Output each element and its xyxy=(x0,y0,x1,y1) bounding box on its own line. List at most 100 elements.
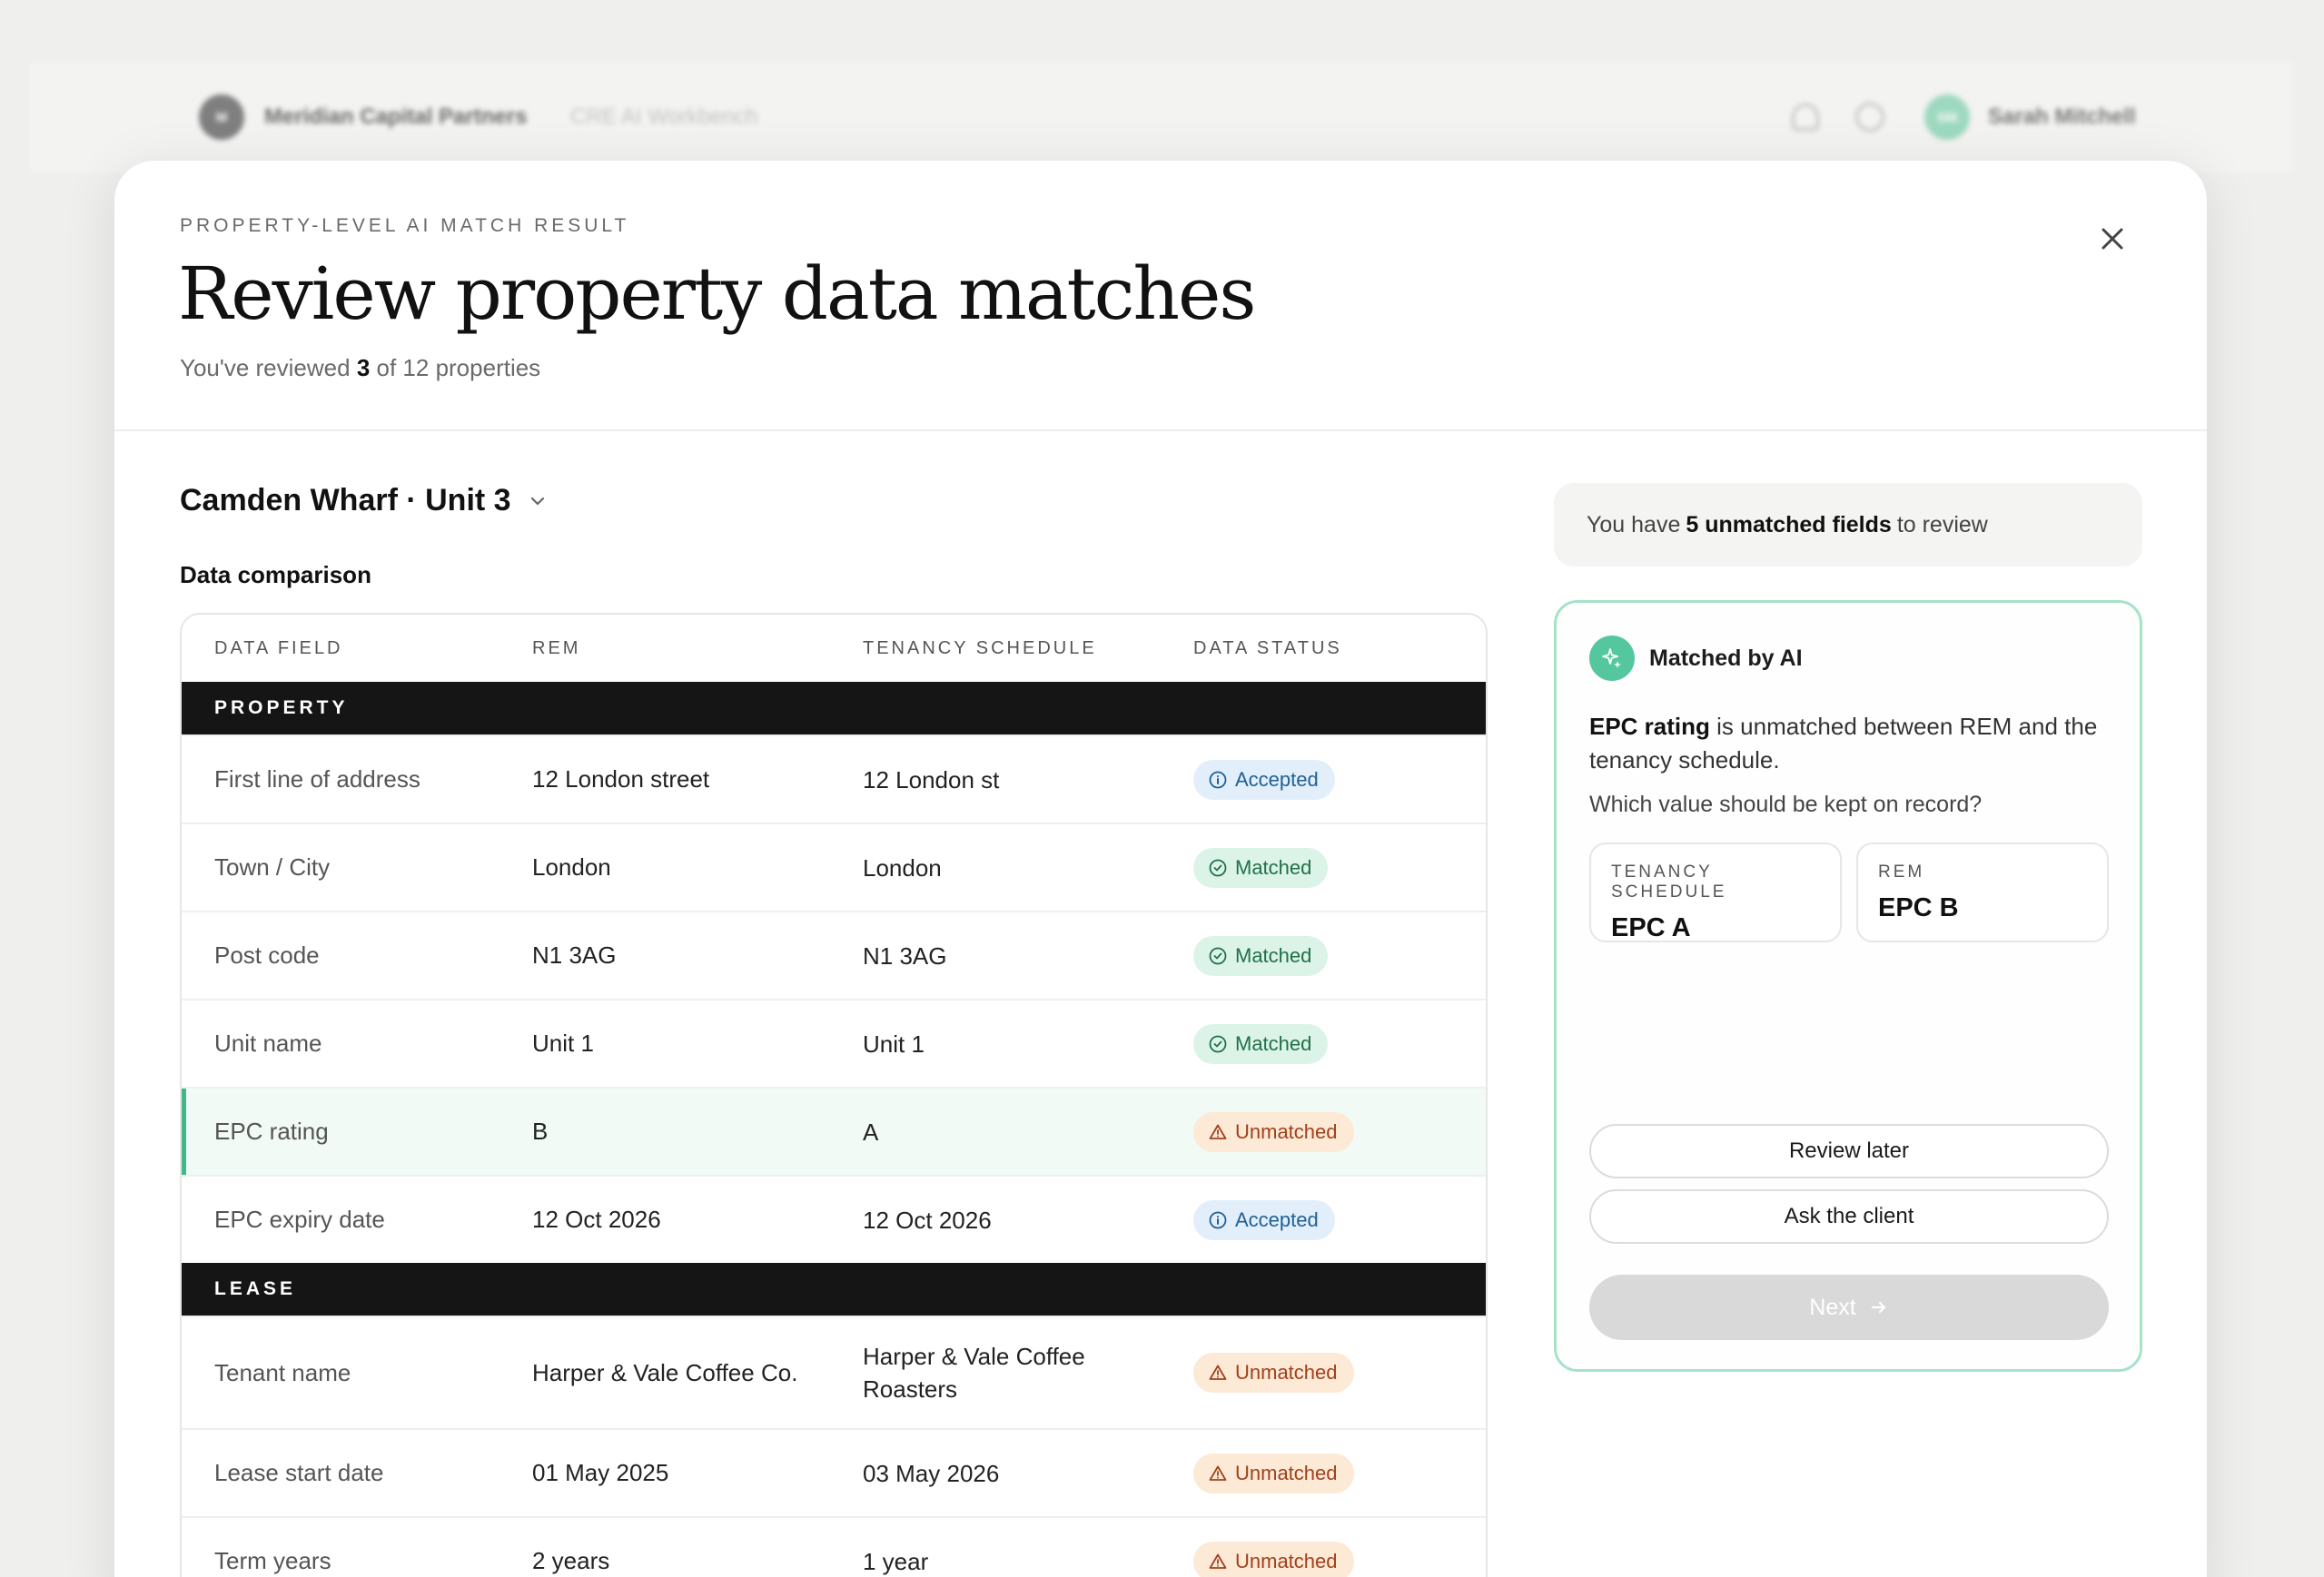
status-label: Matched xyxy=(1235,943,1312,967)
column-header: DATA FIELD xyxy=(214,637,343,658)
tenancy-value: London xyxy=(863,853,942,882)
help-icon xyxy=(1855,103,1884,132)
status-label: Accepted xyxy=(1235,767,1319,791)
table-row[interactable]: Post code N1 3AG N1 3AG Matched xyxy=(182,911,1486,999)
next-button[interactable]: Next xyxy=(1589,1275,2109,1340)
table-row-selected[interactable]: EPC rating B A Unmatched xyxy=(182,1087,1486,1175)
field-name: Town / City xyxy=(214,853,331,881)
ai-card-question: Which value should be kept on record? xyxy=(1589,792,1983,817)
tenancy-value: N1 3AG xyxy=(863,941,947,970)
next-label: Next xyxy=(1809,1294,1856,1320)
ask-client-button[interactable]: Ask the client xyxy=(1589,1189,2109,1244)
status-label: Unmatched xyxy=(1235,1119,1338,1143)
bell-icon xyxy=(1792,103,1819,131)
table-row[interactable]: First line of address 12 London street 1… xyxy=(182,734,1486,823)
ai-card-field: EPC rating xyxy=(1589,713,1710,740)
table-row[interactable]: Tenant name Harper & Vale Coffee Co. Har… xyxy=(182,1316,1486,1428)
table-row[interactable]: Town / City London London Matched xyxy=(182,823,1486,911)
sparkle-icon xyxy=(1589,636,1635,681)
tenancy-value: A xyxy=(863,1118,879,1146)
check-circle-icon xyxy=(1209,859,1227,876)
property-selector[interactable]: Camden Wharf · Unit 3 xyxy=(180,483,548,518)
table-row[interactable]: Term years 2 years 1 year Unmatched xyxy=(182,1516,1486,1577)
rem-value: Harper & Vale Coffee Co. xyxy=(532,1358,798,1386)
table-row[interactable]: EPC expiry date 12 Oct 2026 12 Oct 2026 … xyxy=(182,1175,1486,1263)
field-name: Term years xyxy=(214,1547,331,1574)
app-header: M Meridian Capital Partners CRE AI Workb… xyxy=(30,62,2292,172)
unmatched-count: 5 unmatched fields xyxy=(1686,511,1892,537)
ai-card-title: Matched by AI xyxy=(1649,645,1803,671)
ai-card-message: EPC rating is unmatched between REM and … xyxy=(1589,710,2098,777)
warning-icon xyxy=(1209,1365,1227,1380)
group-header-property: PROPERTY xyxy=(182,682,1486,734)
field-name: Unit name xyxy=(214,1030,322,1057)
field-name: First line of address xyxy=(214,765,420,793)
subtitle-suffix: of 12 properties xyxy=(376,354,541,381)
option-label: REM xyxy=(1878,862,1925,882)
subtitle-prefix: You've reviewed xyxy=(180,354,351,381)
rem-value: N1 3AG xyxy=(532,941,617,969)
warning-icon xyxy=(1209,1465,1227,1481)
field-name: Post code xyxy=(214,941,320,969)
tenancy-value: 12 Oct 2026 xyxy=(863,1206,992,1234)
arrow-right-icon xyxy=(1871,1301,1885,1314)
status-badge: Unmatched xyxy=(1193,1111,1354,1152)
column-header: REM xyxy=(532,637,581,658)
status-label: Matched xyxy=(1235,1031,1312,1055)
review-modal: PROPERTY-LEVEL AI MATCH RESULT Review pr… xyxy=(114,161,2207,1577)
unmatched-notice: You have 5 unmatched fields to review xyxy=(1554,483,2142,567)
check-circle-icon xyxy=(1209,947,1227,964)
option-tenancy-schedule[interactable]: TENANCY SCHEDULE EPC A xyxy=(1589,843,1842,942)
comparison-table: DATA FIELD REM TENANCY SCHEDULE DATA STA… xyxy=(180,613,1488,1577)
rem-value: 12 London street xyxy=(532,765,710,793)
option-value: EPC A xyxy=(1611,913,1691,942)
status-label: Unmatched xyxy=(1235,1461,1338,1484)
tenancy-value: 03 May 2026 xyxy=(863,1459,1000,1487)
field-name: Tenant name xyxy=(214,1358,351,1386)
status-badge: Matched xyxy=(1193,1023,1329,1064)
close-button[interactable] xyxy=(2097,223,2128,254)
rem-value: London xyxy=(532,853,611,881)
status-badge: Unmatched xyxy=(1193,1541,1354,1577)
ai-match-card: Matched by AI EPC rating is unmatched be… xyxy=(1554,600,2142,1372)
property-name: Camden Wharf · Unit 3 xyxy=(180,483,511,517)
check-circle-icon xyxy=(1209,1035,1227,1052)
field-name: Lease start date xyxy=(214,1459,384,1486)
chevron-down-icon xyxy=(530,497,544,505)
review-later-button[interactable]: Review later xyxy=(1589,1124,2109,1178)
notice-prefix: You have xyxy=(1587,511,1681,537)
product-name: CRE AI Workbench xyxy=(570,104,758,129)
reviewed-count: 3 xyxy=(356,354,371,381)
rem-value: B xyxy=(532,1118,549,1145)
status-badge: Accepted xyxy=(1193,759,1335,800)
rem-value: 12 Oct 2026 xyxy=(532,1206,661,1233)
field-name: EPC expiry date xyxy=(214,1206,385,1233)
tenancy-value: Unit 1 xyxy=(863,1030,925,1058)
rem-value: 2 years xyxy=(532,1547,610,1574)
status-badge: Matched xyxy=(1193,847,1329,888)
org-name: Meridian Capital Partners xyxy=(264,104,528,129)
modal-header: PROPERTY-LEVEL AI MATCH RESULT Review pr… xyxy=(114,161,2207,431)
table-row[interactable]: Unit name Unit 1 Unit 1 Matched xyxy=(182,999,1486,1087)
page-title: Review property data matches xyxy=(178,251,1256,336)
warning-icon xyxy=(1209,1553,1227,1569)
close-icon xyxy=(2101,228,2123,250)
progress-subtitle: You've reviewed 3 of 12 properties xyxy=(180,354,540,382)
status-badge: Matched xyxy=(1193,935,1329,976)
warning-icon xyxy=(1209,1124,1227,1139)
table-row[interactable]: Lease start date 01 May 2025 03 May 2026… xyxy=(182,1428,1486,1516)
option-label: TENANCY SCHEDULE xyxy=(1611,862,1727,902)
option-rem[interactable]: REM EPC B xyxy=(1856,843,2109,942)
notice-suffix: to review xyxy=(1896,511,1988,537)
status-label: Accepted xyxy=(1235,1207,1319,1231)
ai-card-header: Matched by AI xyxy=(1589,636,1803,681)
column-header: TENANCY SCHEDULE xyxy=(863,638,1097,658)
modal-eyebrow: PROPERTY-LEVEL AI MATCH RESULT xyxy=(180,215,630,236)
section-title: Data comparison xyxy=(180,561,371,588)
tenancy-value: 12 London st xyxy=(863,765,1000,793)
column-header: DATA STATUS xyxy=(1193,637,1342,658)
avatar: SM xyxy=(1924,94,1970,140)
tenancy-value: Harper & Vale Coffee Roasters xyxy=(863,1343,1085,1403)
tenancy-value: 1 year xyxy=(863,1547,929,1575)
status-badge: Accepted xyxy=(1193,1199,1335,1240)
